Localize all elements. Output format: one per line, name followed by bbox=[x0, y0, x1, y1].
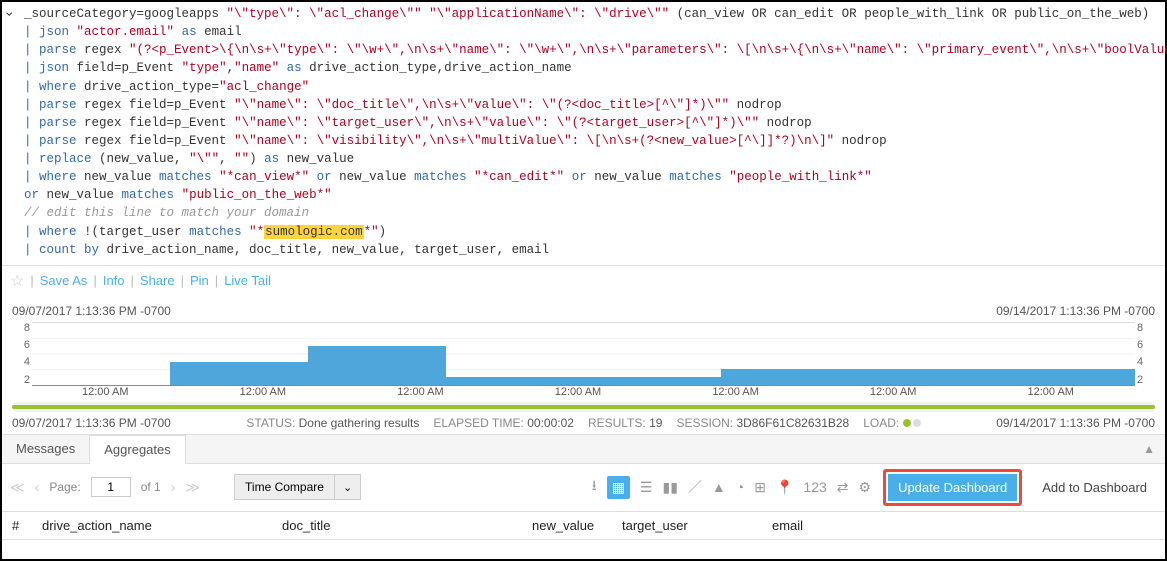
x-tick-label: 12:00 AM bbox=[190, 386, 348, 400]
x-tick-label: 12:00 AM bbox=[977, 386, 1135, 400]
share-link[interactable]: Share bbox=[140, 273, 175, 288]
histogram-range-scrollbar[interactable] bbox=[12, 402, 1155, 412]
save-as-link[interactable]: Save As bbox=[40, 273, 88, 288]
histogram-bar[interactable] bbox=[308, 346, 446, 385]
histogram-bar[interactable] bbox=[446, 377, 584, 385]
x-tick-label: 12:00 AM bbox=[347, 386, 505, 400]
query-editor[interactable]: _sourceCategory=googleapps "\"type\": \"… bbox=[24, 2, 1167, 265]
box-chart-icon[interactable]: ⊞ bbox=[754, 479, 766, 496]
query-text-fragment: _sourceCategory=googleapps bbox=[24, 7, 227, 21]
area-chart-icon[interactable]: ▲ bbox=[712, 479, 726, 495]
column-header-target-user[interactable]: target_user bbox=[622, 518, 772, 533]
x-tick-label: 12:00 AM bbox=[820, 386, 978, 400]
page-prev-icon[interactable]: ‹ bbox=[35, 479, 40, 495]
add-to-dashboard-button[interactable]: Add to Dashboard bbox=[1032, 474, 1157, 501]
tab-messages[interactable]: Messages bbox=[2, 435, 90, 462]
histogram-start-ts: 09/07/2017 1:13:36 PM -0700 bbox=[12, 304, 171, 318]
histogram-bar[interactable] bbox=[859, 369, 997, 385]
status-start-ts: 09/07/2017 1:13:36 PM -0700 bbox=[12, 416, 171, 430]
pie-chart-icon[interactable]: ◔ bbox=[736, 479, 744, 495]
single-value-icon[interactable]: 123 bbox=[803, 479, 826, 495]
column-header-drive-action-name[interactable]: drive_action_name bbox=[42, 518, 282, 533]
page-next-icon[interactable]: › bbox=[171, 479, 176, 495]
collapse-toggle[interactable]: › bbox=[2, 2, 24, 265]
info-link[interactable]: Info bbox=[103, 273, 125, 288]
page-first-icon[interactable]: ≪ bbox=[10, 479, 25, 496]
pin-link[interactable]: Pin bbox=[190, 273, 209, 288]
line-chart-icon[interactable]: ／ bbox=[688, 477, 702, 497]
histogram-bar[interactable] bbox=[721, 369, 859, 385]
y-axis-left: 8 6 4 2 bbox=[12, 322, 30, 386]
column-header-doc-title[interactable]: doc_title bbox=[282, 518, 532, 533]
status-end-ts: 09/14/2017 1:13:36 PM -0700 bbox=[996, 416, 1155, 430]
column-header-email[interactable]: email bbox=[772, 518, 922, 533]
bar-chart-icon[interactable]: ☰ bbox=[640, 479, 653, 496]
histogram-bar[interactable] bbox=[584, 377, 722, 385]
tab-aggregates[interactable]: Aggregates bbox=[90, 435, 186, 464]
update-dashboard-button[interactable]: Update Dashboard bbox=[888, 474, 1017, 501]
histogram-bar[interactable] bbox=[997, 369, 1135, 385]
map-icon[interactable]: 📍 bbox=[776, 479, 793, 496]
export-icon[interactable]: ⭳ bbox=[592, 475, 597, 499]
histogram-bar[interactable] bbox=[170, 362, 308, 385]
x-tick-label: 12:00 AM bbox=[662, 386, 820, 400]
live-tail-link[interactable]: Live Tail bbox=[224, 273, 271, 288]
collapse-results-icon[interactable]: ▲ bbox=[1143, 442, 1165, 456]
column-header-new-value[interactable]: new_value bbox=[532, 518, 622, 533]
results-table-header: # drive_action_name doc_title new_value … bbox=[2, 512, 1165, 540]
page-number-input[interactable] bbox=[91, 477, 131, 497]
load-indicator bbox=[903, 416, 921, 430]
histogram-chart[interactable]: 8 6 4 2 8 6 4 2 12:00 AM12:00 AM12:00 AM… bbox=[12, 322, 1155, 400]
page-last-icon[interactable]: ≫ bbox=[185, 479, 200, 496]
time-compare-dropdown[interactable]: ⌄ bbox=[335, 474, 361, 500]
y-axis-right: 8 6 4 2 bbox=[1137, 322, 1155, 386]
column-chart-icon[interactable]: ▮▮ bbox=[662, 479, 677, 496]
histogram-end-ts: 09/14/2017 1:13:36 PM -0700 bbox=[996, 304, 1155, 318]
chevron-down-icon: › bbox=[2, 12, 18, 17]
table-view-icon[interactable]: ▦ bbox=[607, 476, 630, 499]
update-dashboard-highlight: Update Dashboard bbox=[883, 469, 1022, 506]
combo-icon[interactable]: ⇄ bbox=[837, 479, 849, 496]
x-tick-label: 12:00 AM bbox=[505, 386, 663, 400]
gear-icon[interactable]: ⚙ bbox=[859, 479, 872, 496]
x-tick-label: 12:00 AM bbox=[32, 386, 190, 400]
star-icon[interactable]: ☆ bbox=[10, 271, 24, 291]
column-header-hash[interactable]: # bbox=[12, 518, 42, 533]
time-compare-button[interactable]: Time Compare bbox=[234, 474, 335, 500]
